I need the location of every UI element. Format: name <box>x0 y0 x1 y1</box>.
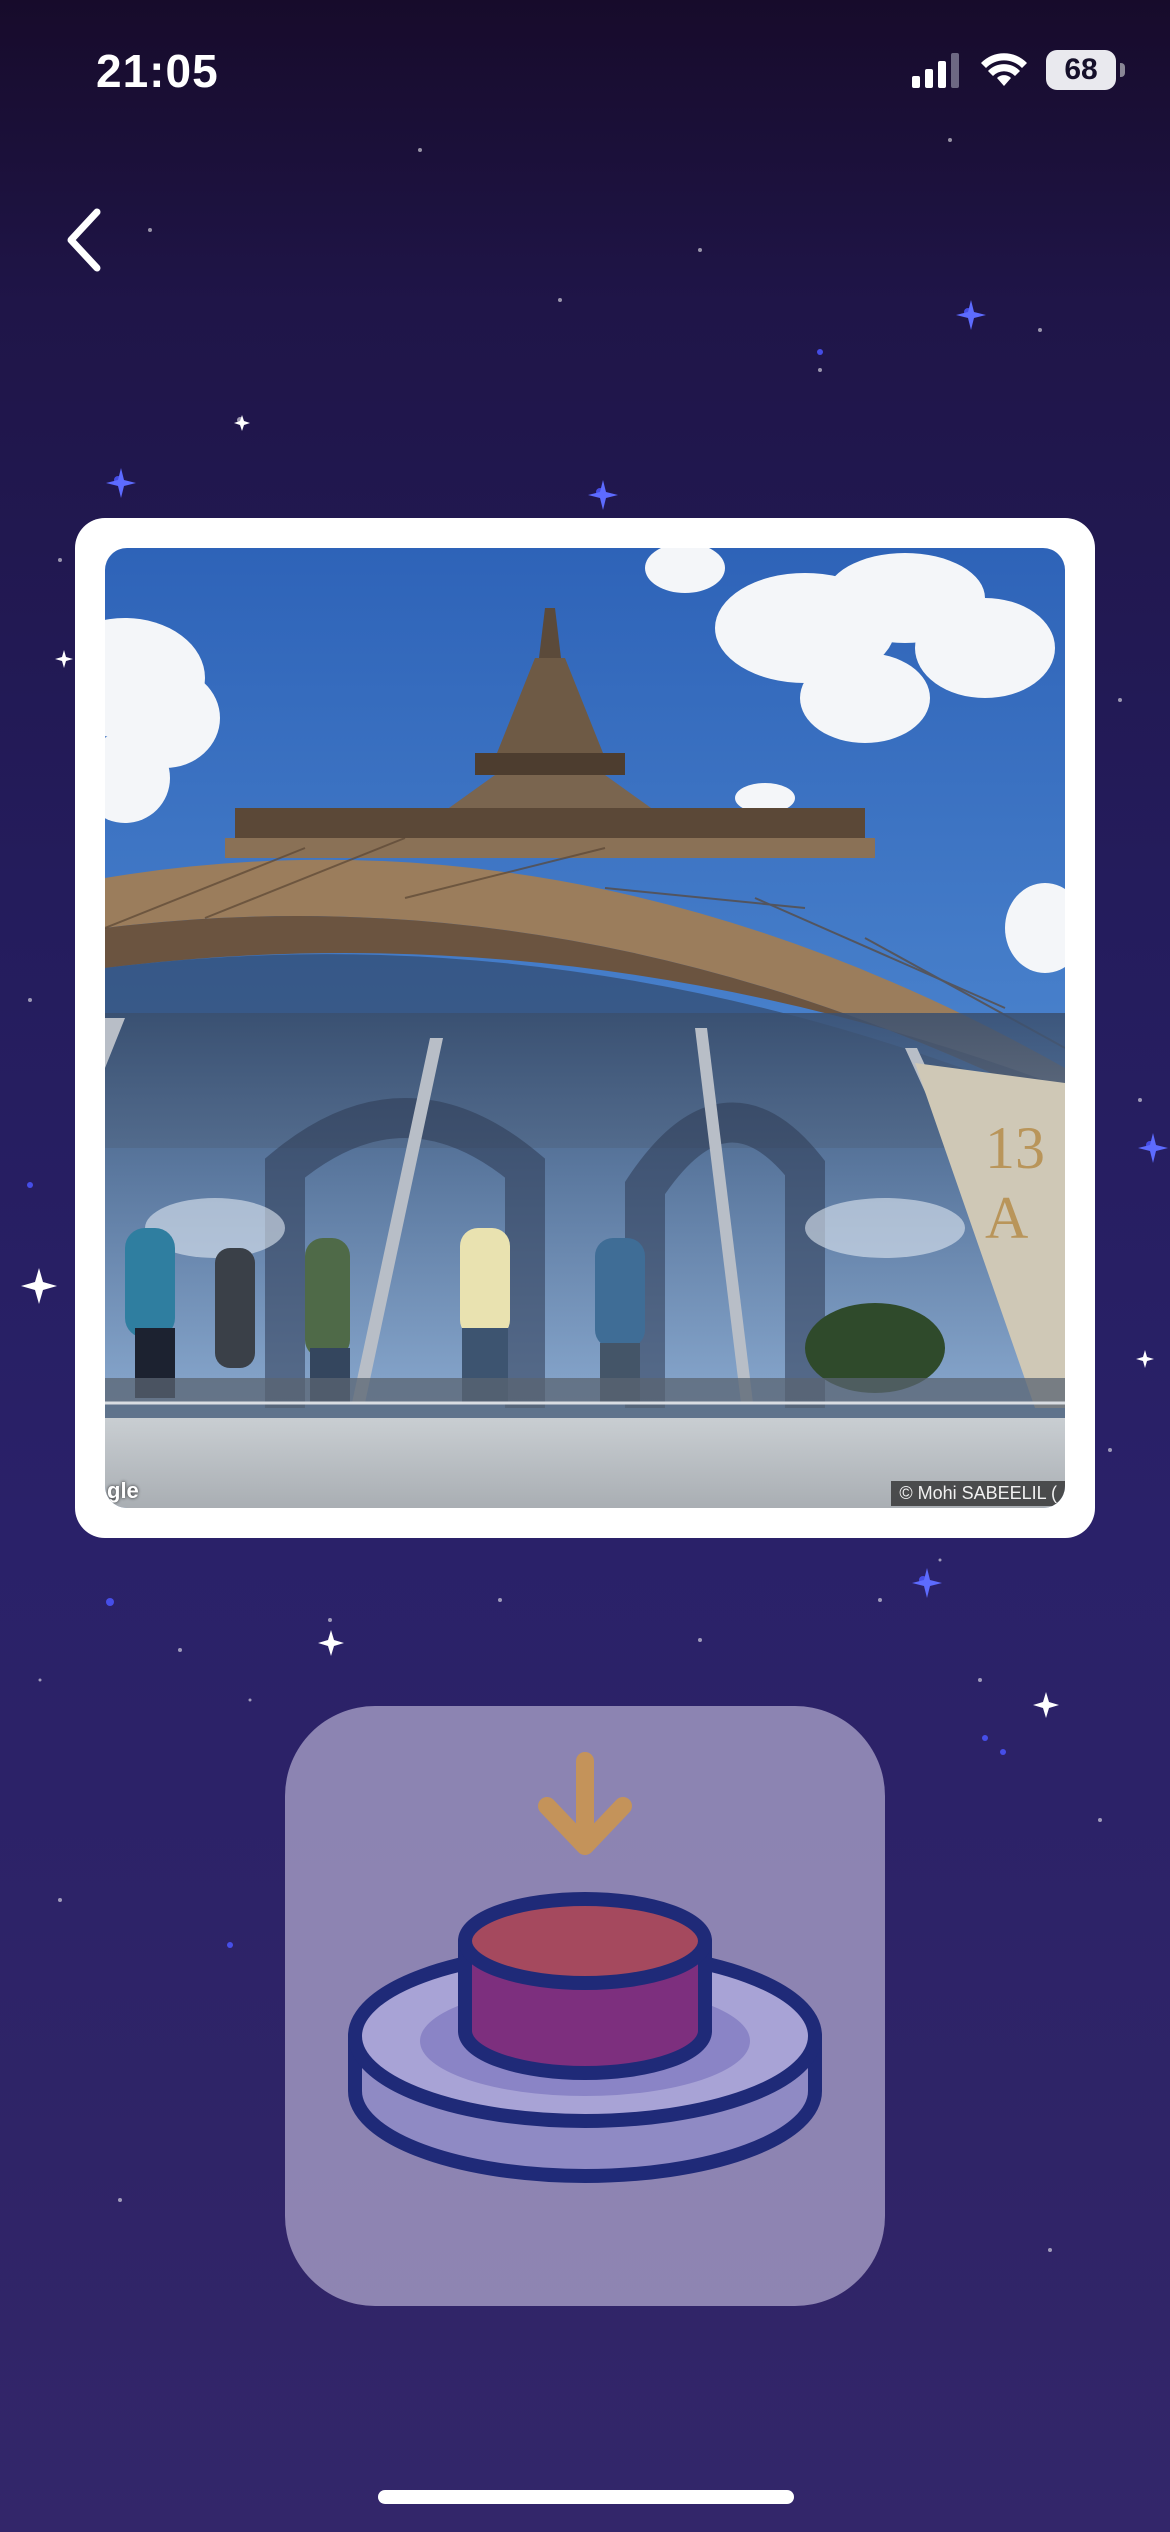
buzzer-button[interactable] <box>285 1706 885 2306</box>
back-button[interactable] <box>48 200 118 280</box>
photo-credit: © Mohi SABEELIL ( <box>891 1481 1065 1506</box>
home-indicator[interactable] <box>378 2490 794 2504</box>
eiffel-tower-photo: 13 A gle © Mohi SABEELIL ( <box>105 548 1065 1508</box>
cellular-signal-icon <box>912 53 959 88</box>
photo-card: 13 A gle © Mohi SABEELIL ( <box>75 518 1095 1538</box>
sign-letter: A <box>985 1185 1028 1251</box>
push-buzzer-icon <box>348 1892 822 2183</box>
wifi-icon <box>981 53 1027 86</box>
status-time: 21:05 <box>96 45 219 97</box>
sign-number: 13 <box>985 1115 1045 1181</box>
map-provider-logo: gle <box>107 1478 139 1503</box>
status-bar: 21:05 68 <box>0 0 1170 150</box>
status-icons: 68 <box>912 50 1125 90</box>
battery-level: 68 <box>1064 53 1098 86</box>
arrow-down-icon <box>538 1752 632 1855</box>
battery-icon: 68 <box>1046 50 1125 90</box>
chevron-left-icon <box>67 208 101 272</box>
